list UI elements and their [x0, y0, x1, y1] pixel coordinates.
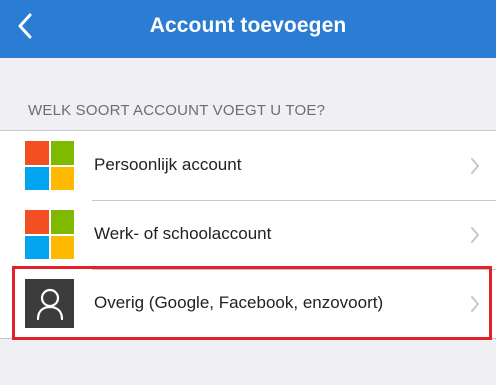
option-label: Persoonlijk account	[94, 155, 242, 174]
account-type-list: Persoonlijk account Werk- of schoolaccou…	[0, 130, 496, 339]
chevron-right-icon	[471, 227, 479, 243]
microsoft-logo-icon	[25, 210, 74, 259]
person-icon	[25, 279, 74, 328]
personal-account-option[interactable]: Persoonlijk account	[0, 131, 496, 200]
microsoft-logo-icon	[25, 141, 74, 190]
chevron-right-icon	[471, 158, 479, 174]
option-label: Werk- of schoolaccount	[94, 224, 272, 243]
nav-bar: Account toevoegen	[0, 0, 496, 58]
option-label: Overig (Google, Facebook, enzovoort)	[94, 293, 384, 312]
section-header: WELK SOORT ACCOUNT VOEGT U TOE?	[28, 102, 326, 119]
other-account-option[interactable]: Overig (Google, Facebook, enzovoort)	[0, 269, 496, 338]
work-school-account-option[interactable]: Werk- of schoolaccount	[0, 200, 496, 269]
page-title: Account toevoegen	[149, 14, 347, 37]
chevron-right-icon	[471, 296, 479, 312]
